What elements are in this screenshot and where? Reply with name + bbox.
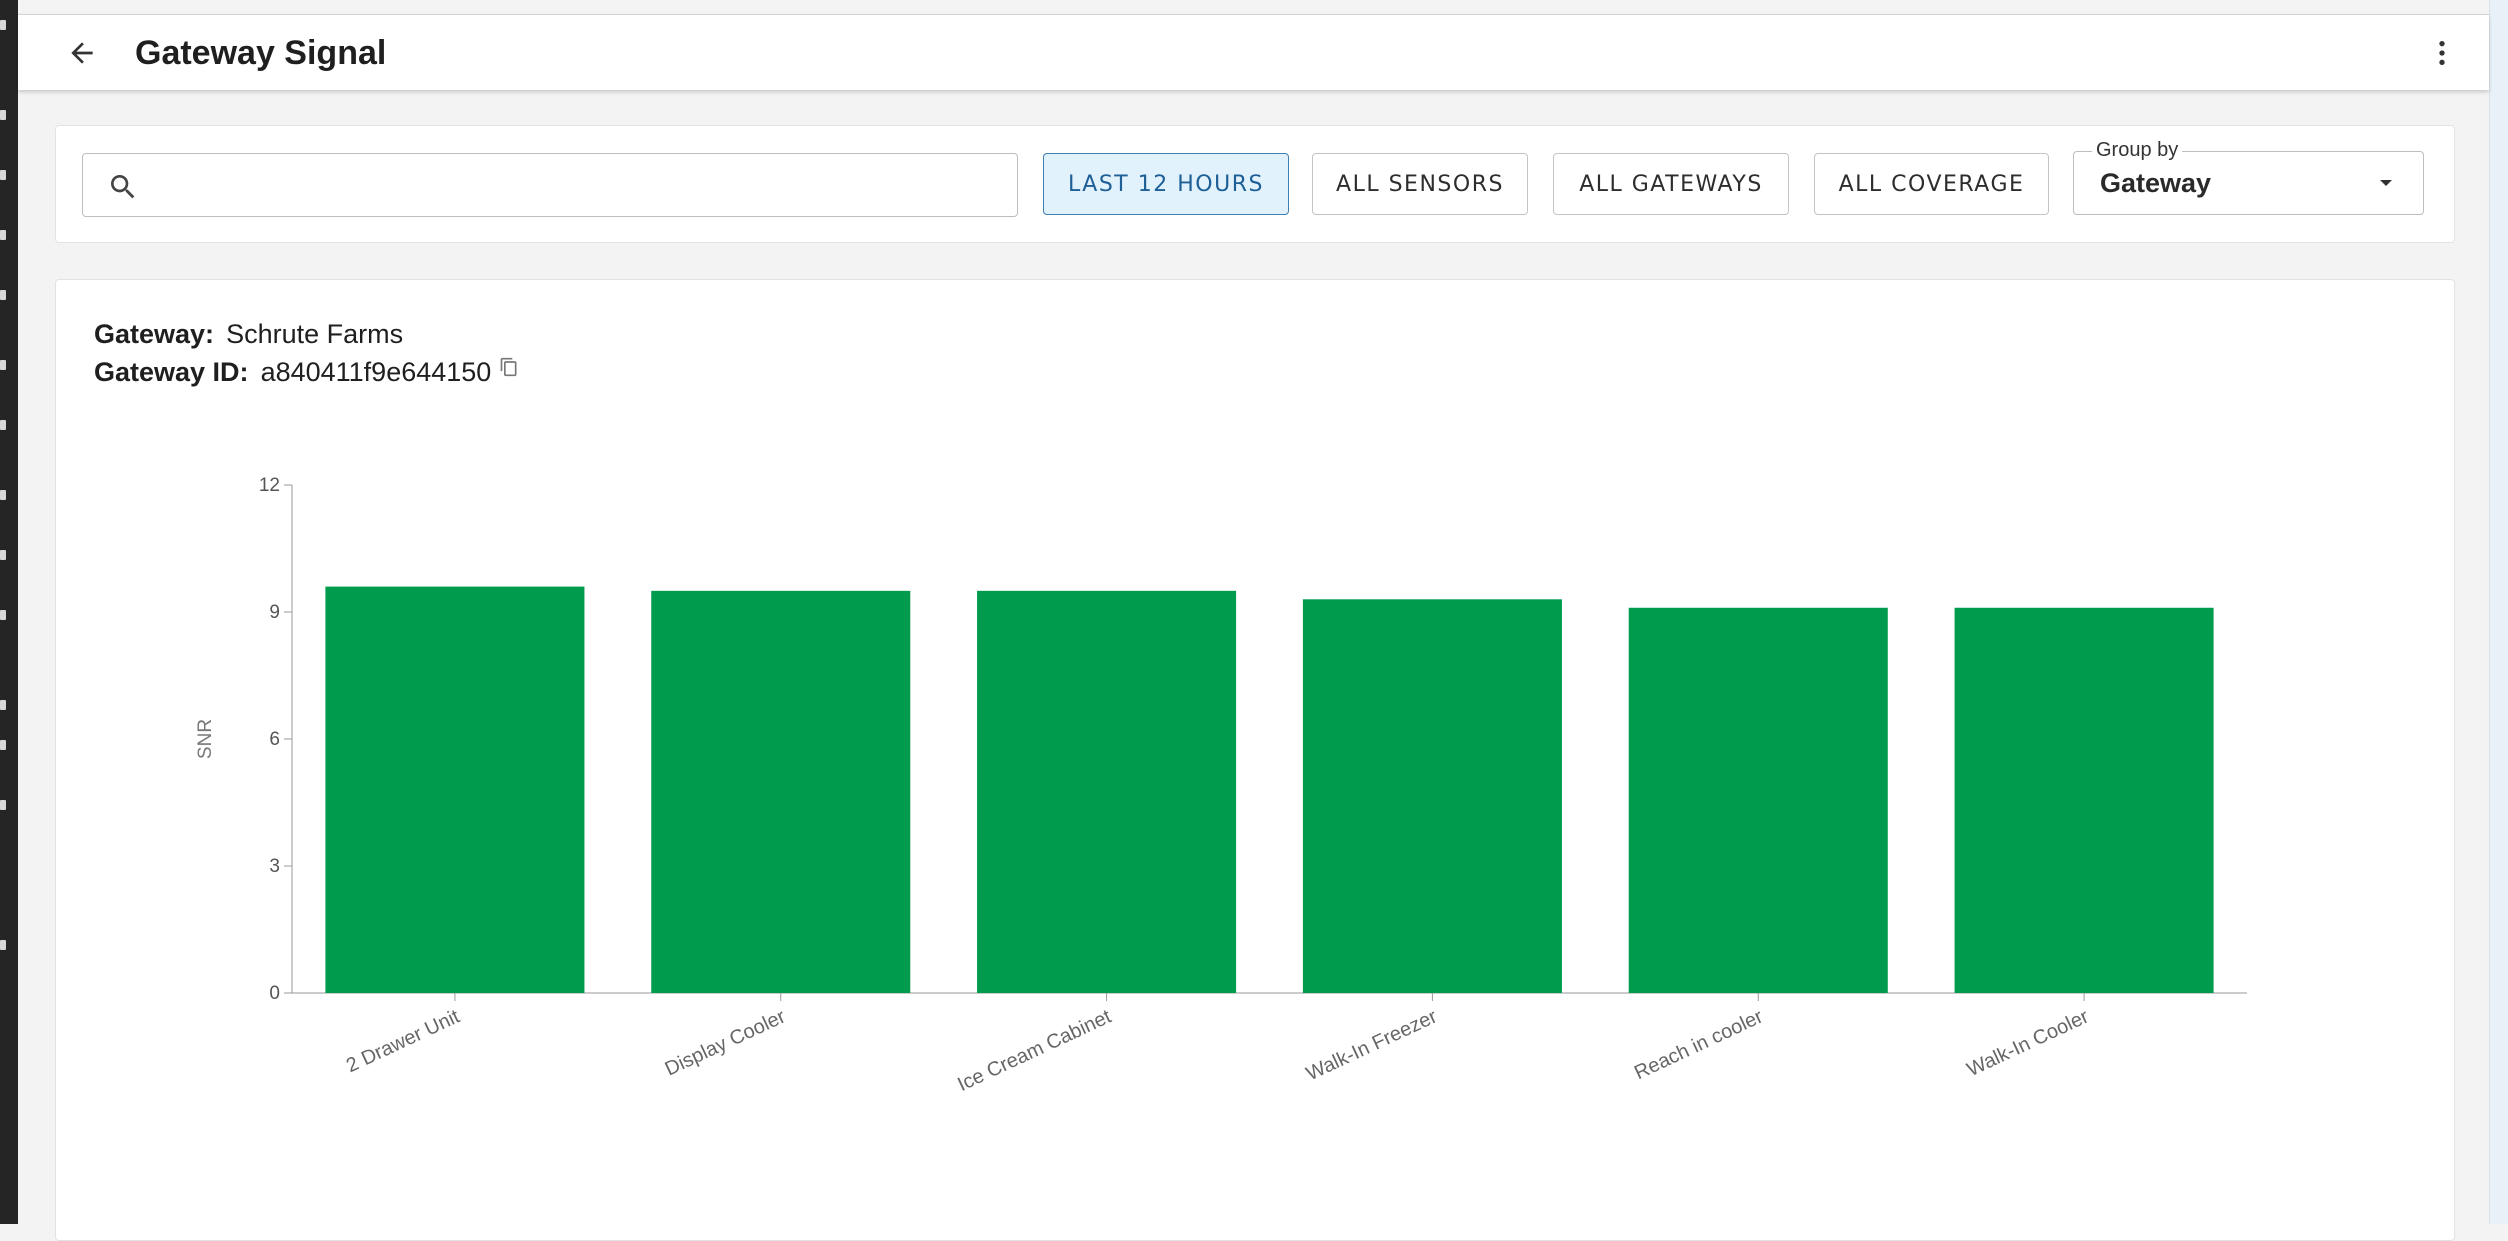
- bar-4: [1302, 599, 1562, 993]
- x-tick-label: Walk-In Cooler: [1964, 1005, 2093, 1081]
- snr-bar-chart: 0 3 6 9 12 SNR 2 Drawer Unit Display Cooler Ice …: [195, 475, 2247, 1096]
- coverage-filter-button[interactable]: ALL COVERAGE: [1814, 153, 2049, 215]
- x-tick-label: 2 Drawer Unit: [343, 1005, 464, 1077]
- sensors-filter-button[interactable]: ALL SENSORS: [1312, 153, 1528, 215]
- search-input[interactable]: [155, 162, 999, 208]
- arrow-back-icon: [71, 42, 93, 64]
- bar-6: [1954, 607, 2214, 993]
- more-options-button[interactable]: [2418, 29, 2466, 77]
- top-bar: [18, 0, 2489, 15]
- group-by-label: Group by: [2092, 138, 2183, 162]
- group-by-value: Gateway: [2100, 168, 2212, 198]
- y-tick-label: 9: [269, 602, 280, 623]
- filter-bar: LAST 12 HOURS ALL SENSORS ALL GATEWAYS A…: [55, 125, 2455, 243]
- caret-down-icon: [2380, 180, 2392, 186]
- search-icon: [111, 175, 135, 199]
- y-tick-label: 12: [259, 475, 280, 496]
- x-tick-label: Reach in cooler: [1631, 1005, 1767, 1084]
- x-tick-label: Ice Cream Cabinet: [954, 1005, 1115, 1096]
- x-tick-label: Walk-In Freezer: [1303, 1005, 1441, 1085]
- y-tick-label: 0: [269, 983, 280, 1004]
- search-box: [82, 153, 1018, 217]
- bar-5: [1628, 607, 1888, 993]
- time-range-filter-button[interactable]: LAST 12 HOURS: [1043, 153, 1289, 215]
- gateway-signal-card: Gateway: Schrute Farms Gateway ID: a840411…: [55, 279, 2455, 1241]
- page-title: Gateway Signal: [135, 34, 387, 72]
- group-by-select[interactable]: Group by Gateway: [2073, 138, 2424, 215]
- y-axis-title: SNR: [195, 719, 216, 759]
- gateways-filter-button[interactable]: ALL GATEWAYS: [1553, 153, 1789, 215]
- y-tick-label: 3: [269, 856, 280, 877]
- bar-1: [325, 586, 585, 993]
- x-tick-label: Display Cooler: [662, 1005, 789, 1080]
- bar-3: [977, 590, 1237, 993]
- more-vert-icon: [2439, 41, 2445, 65]
- right-edge-strip: [2489, 0, 2508, 1224]
- left-edge-strip: [0, 0, 18, 1224]
- app-header: Gateway Signal: [18, 15, 2489, 90]
- y-tick-label: 6: [269, 729, 280, 750]
- bar-2: [651, 590, 911, 993]
- back-button[interactable]: [58, 29, 106, 77]
